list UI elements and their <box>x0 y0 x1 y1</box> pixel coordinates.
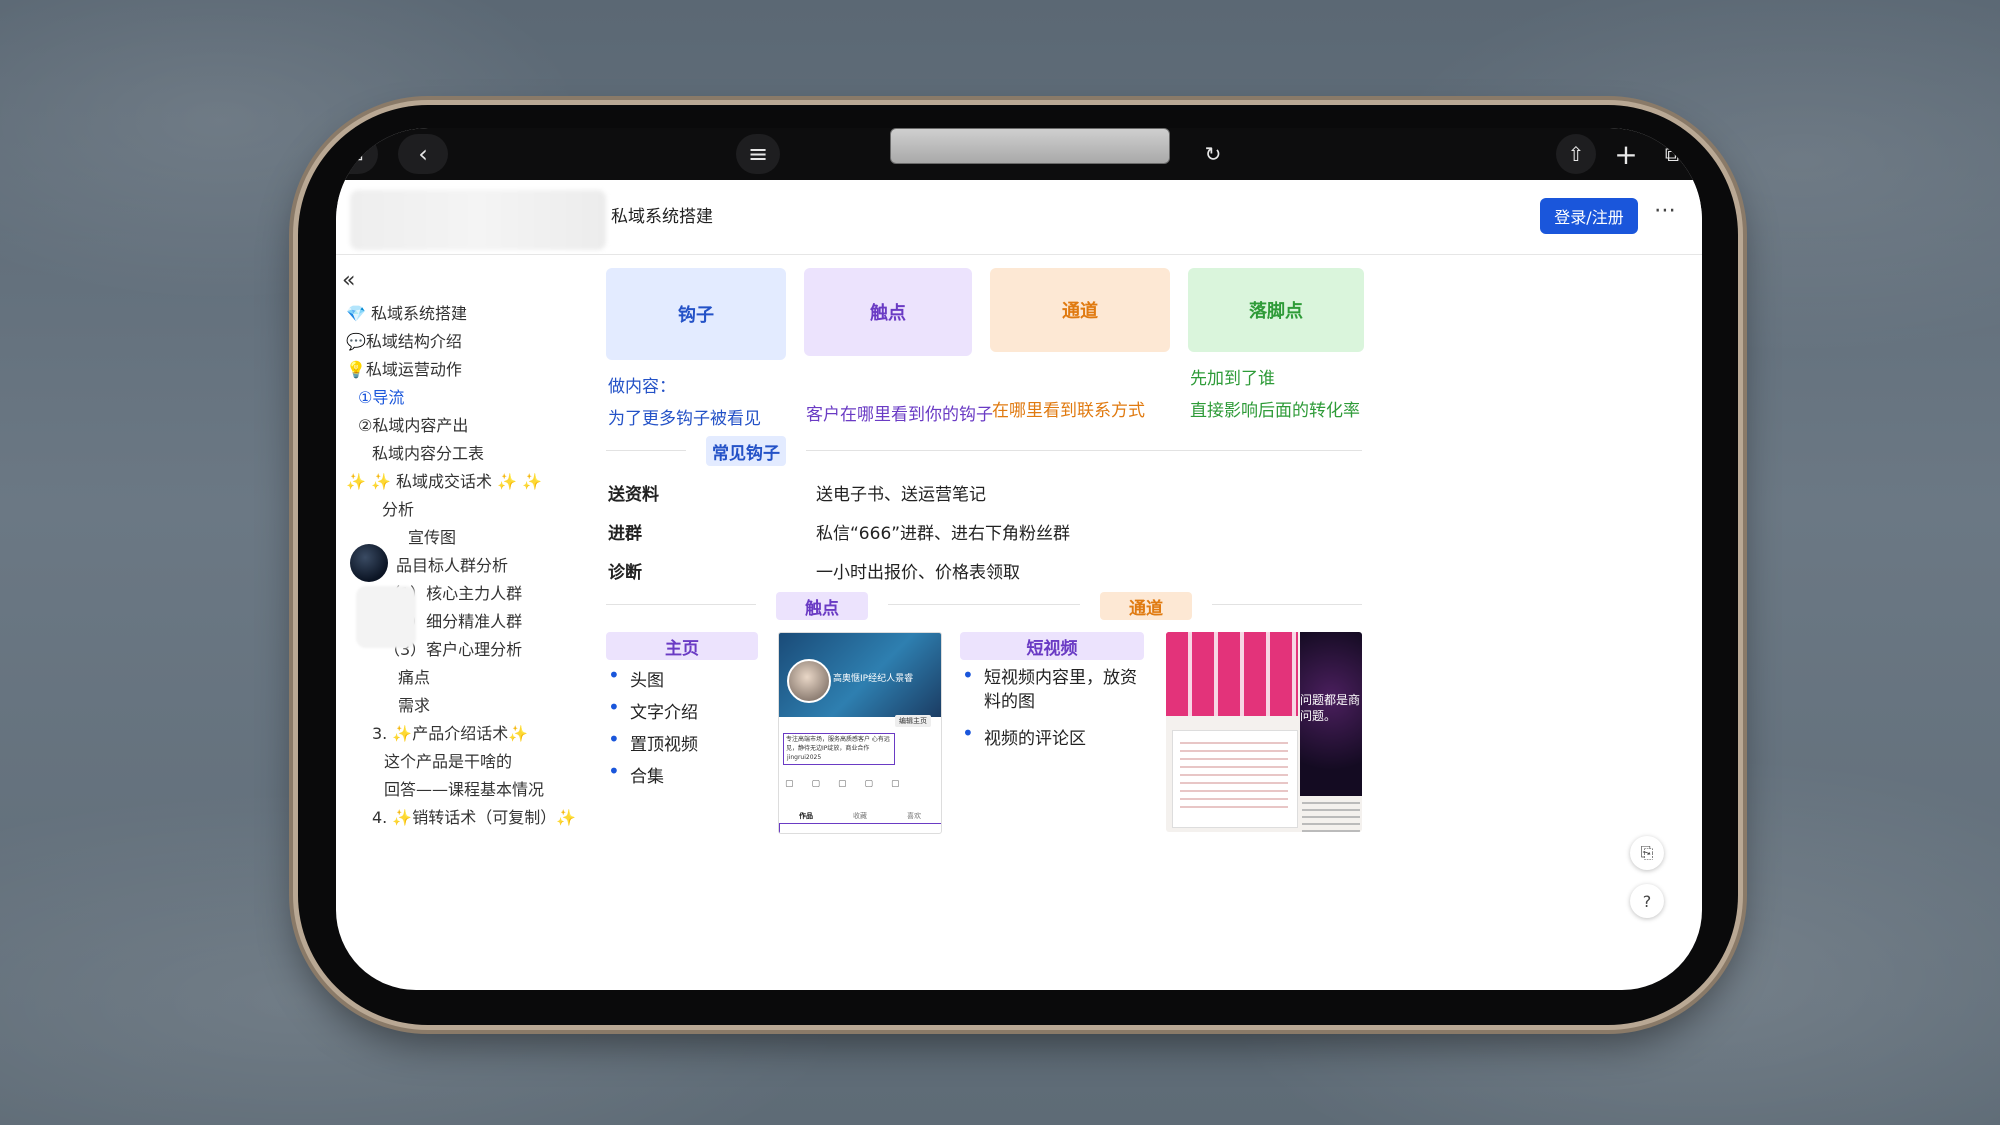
more-options-icon[interactable]: ⋯ <box>1654 198 1677 223</box>
avatar[interactable] <box>350 544 388 582</box>
homepage-item: 文字介绍 <box>608 695 698 723</box>
collapse-sidebar-icon[interactable]: « <box>342 268 355 293</box>
sidebar-item-active[interactable]: ①导流 <box>358 384 404 408</box>
profile-shop-icons: ▢▢▢▢▢ <box>785 779 918 789</box>
card-hook: 钩子 <box>606 268 786 360</box>
tab-favorites[interactable]: 收藏 <box>853 811 867 821</box>
copy-link-icon[interactable]: ⎘ <box>1630 836 1664 870</box>
hook-row-label: 送资料 <box>608 485 659 505</box>
video-caption: 问题都是商问题。 <box>1300 693 1361 723</box>
divider <box>606 604 756 605</box>
sidebar-item[interactable]: 💡私域运营动作 <box>346 356 462 380</box>
video-screenshot[interactable]: 问题都是商问题。 <box>1166 632 1362 832</box>
address-bar[interactable] <box>890 128 1170 164</box>
landing-desc-2: 直接影响后面的转化率 <box>1190 401 1360 421</box>
edit-profile-button[interactable]: 编辑主页 <box>895 715 931 727</box>
profile-screenshot[interactable]: 高奥惬IP经纪人景睿 编辑主页 专注高端市场，服务高质感客户 心有远见，静待无边… <box>778 632 942 834</box>
sidebar-item[interactable]: ✨ ✨ 私域成交话术 ✨ ✨ <box>346 468 542 492</box>
browser-toolbar: ▭ ‹ ≡ ↻ ⇧ + ⧉ <box>336 128 1702 180</box>
pink-grid-thumbnail <box>1166 632 1298 716</box>
profile-avatar <box>787 659 831 703</box>
channel-tag: 通道 <box>1100 592 1192 620</box>
profile-name: 高奥惬IP经纪人景睿 <box>833 674 914 684</box>
hook-desc-2: 为了更多钩子被看见 <box>608 409 761 429</box>
sidebar-item[interactable]: 💬私域结构介绍 <box>346 328 462 352</box>
sidebar-item[interactable]: 分析 <box>382 496 414 520</box>
tab-likes[interactable]: 喜欢 <box>907 811 921 821</box>
short-video-item: 短视频内容里，放资料的图 <box>962 663 1144 714</box>
hook-row-label: 诊断 <box>608 563 642 583</box>
sidebar-item[interactable]: 💎 私域系统搭建 <box>346 300 467 324</box>
reload-icon[interactable]: ↻ <box>1198 134 1228 174</box>
document-content: 钩子 触点 通道 落脚点 做内容： 为了更多钩子被看见 客户在哪里看到你的钩子 … <box>606 254 1696 990</box>
touchpoint-desc: 客户在哪里看到你的钩子 <box>806 405 993 425</box>
sidebar-item[interactable]: 回答——课程基本情况 <box>384 776 544 800</box>
sidebar-item[interactable]: ②私域内容产出 <box>358 412 468 436</box>
divider <box>1212 604 1362 605</box>
landing-desc-1: 先加到了谁 <box>1190 369 1275 389</box>
sidebar-nav: « 💎 私域系统搭建 💬私域结构介绍 💡私域运营动作 ①导流 ②私域内容产出 私… <box>336 254 596 990</box>
hook-row-value: 送电子书、送运营笔记 <box>816 485 986 505</box>
divider <box>806 450 1362 451</box>
touchpoint-tag: 触点 <box>776 592 868 620</box>
page-header: 私域系统搭建 登录/注册 ⋯ <box>336 180 1702 255</box>
sidebar-item[interactable]: 需求 <box>398 692 430 716</box>
sidebar-item[interactable]: 4. ✨销转话术（可复制）✨ <box>372 804 576 828</box>
divider <box>606 450 686 451</box>
phone-screen: ▭ ‹ ≡ ↻ ⇧ + ⧉ 私域系统搭建 登录/注册 ⋯ « 💎 私域系统搭建 … <box>336 128 1702 990</box>
device-button-top-left <box>540 97 630 103</box>
back-icon[interactable]: ‹ <box>398 134 448 174</box>
hook-row-value: 私信“666”进群、进右下角粉丝群 <box>816 524 1071 544</box>
menu-icon[interactable]: ≡ <box>736 134 780 174</box>
profile-handle: jingrui2025 <box>787 754 822 761</box>
sidebar-item[interactable]: 私域内容分工表 <box>372 440 484 464</box>
sidebar-item[interactable]: 品目标人群分析 <box>396 552 508 576</box>
sidebar-item[interactable]: 宣传图 <box>408 524 456 548</box>
sidebar-item[interactable]: 痛点 <box>398 664 430 688</box>
login-register-button[interactable]: 登录/注册 <box>1540 198 1638 234</box>
card-channel: 通道 <box>990 268 1170 352</box>
sidebar-item[interactable]: 这个产品是干啥的 <box>384 748 512 772</box>
tab-works[interactable]: 作品 <box>799 811 813 821</box>
card-landing: 落脚点 <box>1188 268 1364 352</box>
page-title: 私域系统搭建 <box>611 207 713 227</box>
sidebar-toggle-icon[interactable]: ▭ <box>336 134 378 174</box>
share-icon[interactable]: ⇧ <box>1556 134 1596 174</box>
device-button-top-right <box>1140 97 1250 103</box>
channel-desc: 在哪里看到联系方式 <box>992 401 1145 421</box>
tabs-icon[interactable]: ⧉ <box>1654 134 1690 174</box>
help-icon[interactable]: ? <box>1630 884 1664 918</box>
divider <box>888 604 1080 605</box>
short-video-tag: 短视频 <box>960 632 1144 660</box>
homepage-item: 合集 <box>608 759 664 787</box>
homepage-item: 头图 <box>608 663 664 691</box>
hook-row-value: 一小时出报价、价格表领取 <box>816 563 1020 583</box>
blurred-logo <box>350 190 606 250</box>
blurred-thumbnail <box>356 586 416 648</box>
homepage-item: 置顶视频 <box>608 727 698 755</box>
hook-row-label: 进群 <box>608 524 642 544</box>
sidebar-item[interactable]: 3. ✨产品介绍话术✨ <box>372 720 528 744</box>
new-tab-icon[interactable]: + <box>1608 134 1644 174</box>
short-video-item: 视频的评论区 <box>962 721 1086 749</box>
card-touchpoint: 触点 <box>804 268 972 356</box>
common-hooks-tag: 常见钩子 <box>706 436 786 466</box>
comment-area-right <box>1302 802 1360 832</box>
homepage-tag: 主页 <box>606 632 758 660</box>
hook-desc-1: 做内容： <box>608 377 676 397</box>
comment-lines <box>1180 742 1288 812</box>
